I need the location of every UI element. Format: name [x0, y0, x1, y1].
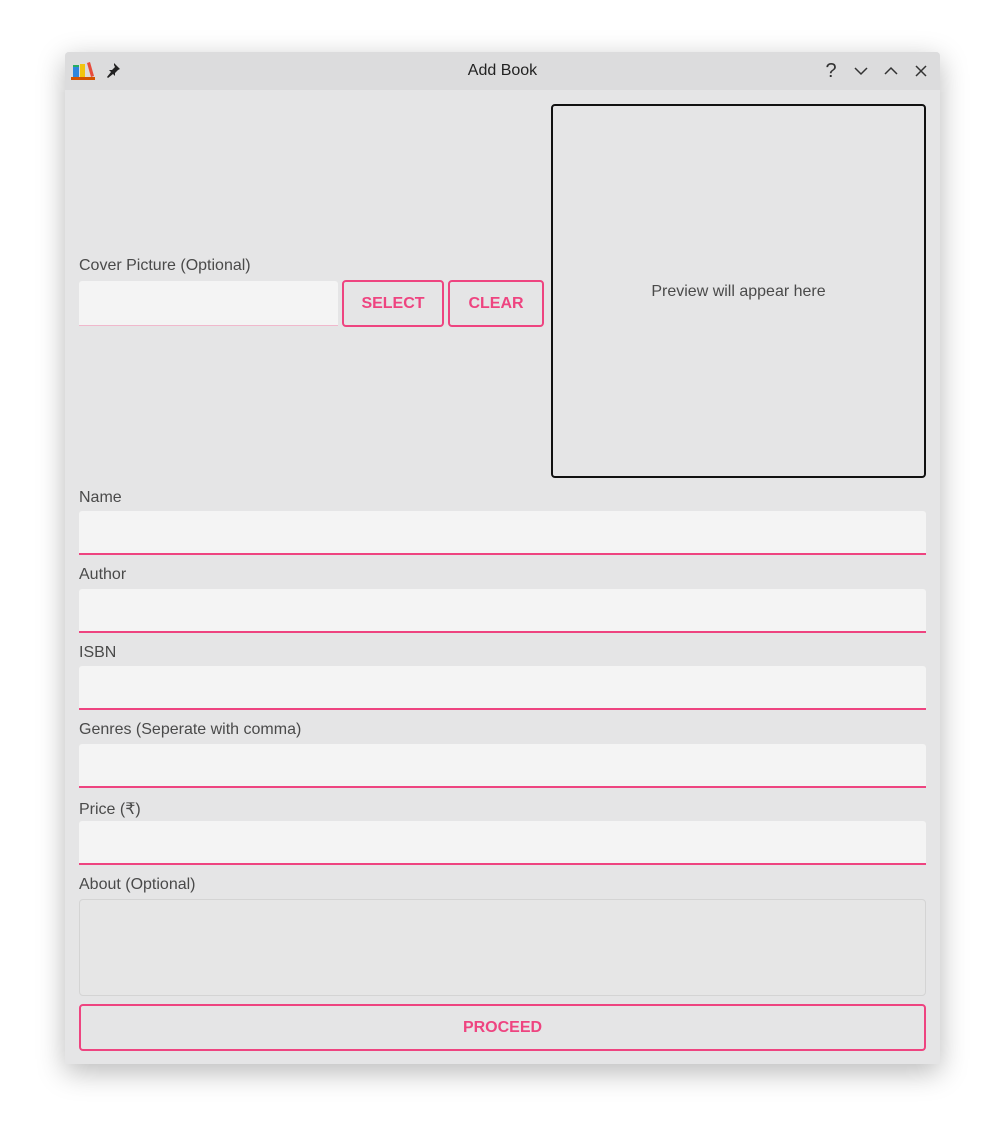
cover-picture-label: Cover Picture (Optional)	[79, 257, 251, 274]
close-button[interactable]	[909, 59, 933, 83]
proceed-button[interactable]: PROCEED	[79, 1004, 926, 1051]
cover-preview: Preview will appear here	[551, 104, 926, 478]
about-textarea[interactable]	[80, 900, 925, 995]
close-icon	[915, 65, 927, 77]
name-input[interactable]	[79, 511, 926, 553]
isbn-field[interactable]	[79, 666, 926, 710]
isbn-input[interactable]	[79, 666, 926, 708]
name-field[interactable]	[79, 511, 926, 555]
add-book-window: Add Book ? Cover Picture (Optional) SELE…	[65, 52, 940, 1064]
clear-button[interactable]: CLEAR	[448, 280, 544, 327]
preview-placeholder-text: Preview will appear here	[651, 283, 826, 300]
price-field[interactable]	[79, 821, 926, 865]
about-field[interactable]	[79, 899, 926, 996]
genres-label: Genres (Seperate with comma)	[79, 721, 302, 738]
chevron-down-icon	[854, 67, 868, 76]
genres-input[interactable]	[79, 744, 926, 786]
maximize-button[interactable]	[879, 59, 903, 83]
title-bar: Add Book ?	[65, 52, 940, 90]
author-label: Author	[79, 566, 127, 583]
about-label: About (Optional)	[79, 876, 196, 893]
minimize-button[interactable]	[849, 59, 873, 83]
name-label: Name	[79, 489, 122, 506]
cover-picture-input[interactable]	[79, 281, 338, 325]
chevron-up-icon	[884, 66, 898, 75]
isbn-label: ISBN	[79, 644, 117, 661]
genres-field[interactable]	[79, 744, 926, 788]
price-input[interactable]	[79, 821, 926, 863]
cover-picture-field[interactable]	[79, 281, 338, 326]
author-input[interactable]	[79, 589, 926, 631]
author-field[interactable]	[79, 589, 926, 633]
price-label: Price (₹)	[79, 801, 141, 818]
help-button[interactable]: ?	[819, 59, 843, 83]
select-button[interactable]: SELECT	[342, 280, 444, 327]
window-title: Add Book	[467, 62, 538, 79]
